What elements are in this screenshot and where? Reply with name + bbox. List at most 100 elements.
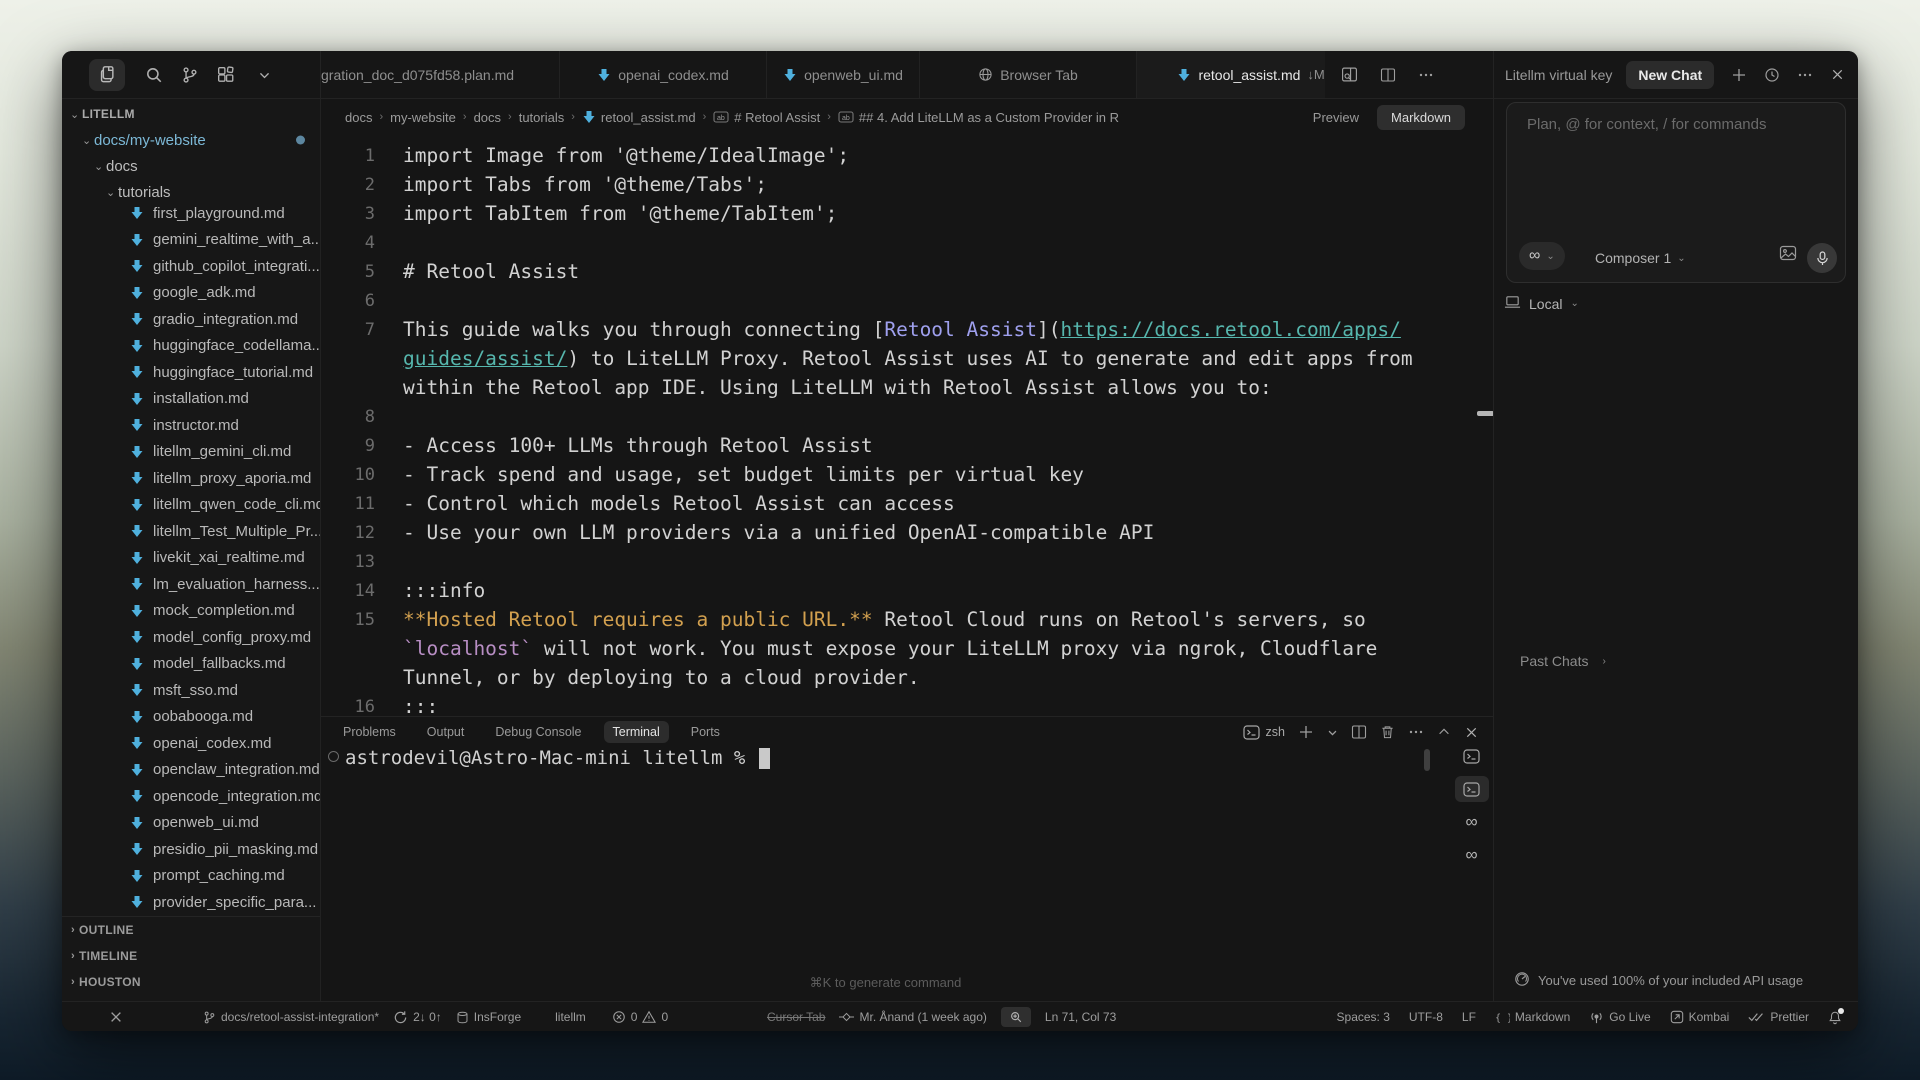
more-icon[interactable] <box>1797 67 1813 83</box>
terminal-scrollbar[interactable] <box>1424 749 1430 771</box>
tree-item-tutorials[interactable]: ⌄tutorials <box>62 179 320 205</box>
errors[interactable]: 00 <box>612 1010 668 1024</box>
git-branch[interactable]: docs/retool-assist-integration* <box>203 1010 379 1025</box>
file-item-gradio-integration-md[interactable]: gradio_integration.md <box>62 306 320 332</box>
split-editor-icon[interactable] <box>1380 67 1396 83</box>
maximize-panel-icon[interactable] <box>1437 725 1451 739</box>
terminal-tab-ports[interactable]: Ports <box>682 721 729 743</box>
file-item-litellm-qwen-code-cli-md[interactable]: litellm_qwen_code_cli.md <box>62 492 320 518</box>
terminal-prompt[interactable]: astrodevil@Astro-Mac-mini litellm % <box>345 745 770 771</box>
warnings[interactable]: 0 <box>642 1010 668 1024</box>
agent-mode-pill[interactable]: ∞⌄ <box>1519 242 1565 270</box>
indentation[interactable]: Spaces: 3 <box>1337 1010 1390 1024</box>
blame-author[interactable]: Mr. Ånand (1 week ago) <box>839 1010 986 1024</box>
tab-gration-doc-d075fd58-plan-md[interactable]: gration_doc_d075fd58.plan.md <box>321 51 560 98</box>
activity-files-button[interactable] <box>89 59 125 91</box>
file-item-model-fallbacks-md[interactable]: model_fallbacks.md <box>62 651 320 677</box>
chat-input[interactable]: Plan, @ for context, / for commands ∞⌄ C… <box>1506 102 1846 283</box>
breadcrumb-item[interactable]: tutorials <box>519 110 565 125</box>
remote-indicator[interactable] <box>109 1010 123 1024</box>
terminal-tab-terminal[interactable]: Terminal <box>604 721 669 743</box>
terminal-tab-debug-console[interactable]: Debug Console <box>486 721 590 743</box>
file-item-opencode-integration-md[interactable]: opencode_integration.md <box>62 783 320 809</box>
file-item-litellm-test-multiple-pr-[interactable]: litellm_Test_Multiple_Pr... <box>62 518 320 544</box>
file-item-presidio-pii-masking-md[interactable]: presidio_pii_masking.md <box>62 836 320 862</box>
split-terminal-icon[interactable] <box>1351 724 1367 740</box>
terminal-more-icon[interactable] <box>1408 724 1424 740</box>
terminal-instance[interactable] <box>1455 743 1489 769</box>
file-item-prompt-caching-md[interactable]: prompt_caching.md <box>62 863 320 889</box>
more-actions-icon[interactable] <box>1418 67 1434 83</box>
file-item-litellm-proxy-aporia-md[interactable]: litellm_proxy_aporia.md <box>62 465 320 491</box>
file-item-gemini-realtime-with-a-[interactable]: gemini_realtime_with_a... <box>62 227 320 253</box>
breadcrumb-item[interactable]: docs <box>345 110 372 125</box>
activity-chevron-down-button[interactable] <box>252 68 276 81</box>
tree-root-litellm[interactable]: ⌄LITELLM <box>62 101 320 127</box>
close-panel-icon[interactable] <box>1830 67 1845 82</box>
image-icon[interactable] <box>1779 245 1797 266</box>
file-item-model-config-proxy-md[interactable]: model_config_proxy.md <box>62 624 320 650</box>
activity-source-control-button[interactable] <box>178 66 202 84</box>
search-toggle[interactable] <box>1001 1007 1031 1027</box>
file-item-msft-sso-md[interactable]: msft_sso.md <box>62 677 320 703</box>
add-chat-icon[interactable] <box>1731 67 1747 83</box>
terminal-tab-problems[interactable]: Problems <box>334 721 405 743</box>
cursor-tab[interactable]: Cursor Tab <box>767 1010 825 1024</box>
close-panel-icon[interactable] <box>1464 725 1479 740</box>
language-mode[interactable]: { }Markdown <box>1495 1010 1570 1024</box>
file-item-github-copilot-integrati-[interactable]: github_copilot_integrati... <box>62 253 320 279</box>
file-item-openai-codex-md[interactable]: openai_codex.md <box>62 730 320 756</box>
activity-search-button[interactable] <box>142 66 166 84</box>
notifications[interactable] <box>1828 1010 1842 1025</box>
composer-selector[interactable]: Composer 1⌄ <box>1595 250 1686 266</box>
file-item-livekit-xai-realtime-md[interactable]: livekit_xai_realtime.md <box>62 545 320 571</box>
file-item-huggingface-tutorial-md[interactable]: huggingface_tutorial.md <box>62 359 320 385</box>
composer-instance[interactable]: ∞ <box>1455 842 1489 868</box>
scrollbar-thumb[interactable] <box>1477 411 1493 416</box>
shell-label[interactable]: zsh <box>1243 725 1285 740</box>
kombai[interactable]: Kombai <box>1670 1010 1730 1024</box>
git-sync[interactable]: 2↓ 0↑ <box>393 1010 442 1025</box>
past-chats[interactable]: Past Chats› <box>1520 653 1606 669</box>
file-item-lm-evaluation-harness-[interactable]: lm_evaluation_harness.... <box>62 571 320 597</box>
markdown-button[interactable]: Markdown <box>1377 105 1465 130</box>
composer-instance[interactable]: ∞ <box>1455 809 1489 835</box>
file-item-google-adk-md[interactable]: google_adk.md <box>62 280 320 306</box>
go-live[interactable]: Go Live <box>1589 1010 1650 1025</box>
section-timeline[interactable]: ›TIMELINE <box>62 943 320 969</box>
breadcrumb-item[interactable]: my-website <box>390 110 456 125</box>
open-preview-icon[interactable] <box>1341 66 1358 83</box>
terminal-dropdown-icon[interactable] <box>1327 727 1338 738</box>
file-item-provider-specific-para-[interactable]: provider_specific_para... <box>62 889 320 915</box>
new-chat-button[interactable]: New Chat <box>1626 61 1714 89</box>
section-houston[interactable]: ›HOUSTON <box>62 969 320 995</box>
preview-button[interactable]: Preview <box>1313 110 1359 125</box>
breadcrumb-item[interactable]: docs <box>474 110 501 125</box>
breadcrumb-item[interactable]: ab## 4. Add LiteLLM as a Custom Provider… <box>838 110 1119 125</box>
kill-terminal-icon[interactable] <box>1380 724 1395 740</box>
encoding[interactable]: UTF-8 <box>1409 1010 1443 1024</box>
code-editor[interactable]: 1import Image from '@theme/IdealImage';2… <box>321 141 1493 721</box>
breadcrumb-item[interactable]: ab# Retool Assist <box>713 110 820 125</box>
new-terminal-icon[interactable] <box>1298 724 1314 740</box>
file-item-oobabooga-md[interactable]: oobabooga.md <box>62 704 320 730</box>
file-item-openclaw-integration-md[interactable]: openclaw_integration.md <box>62 757 320 783</box>
litellm-status[interactable]: litellm <box>555 1010 586 1024</box>
local-selector[interactable]: Local⌄ <box>1504 295 1579 312</box>
eol[interactable]: LF <box>1462 1010 1476 1024</box>
terminal-tab-output[interactable]: Output <box>418 721 474 743</box>
file-item-instructor-md[interactable]: instructor.md <box>62 412 320 438</box>
file-item-huggingface-codellama-[interactable]: huggingface_codellama... <box>62 333 320 359</box>
insforge[interactable]: InsForge <box>456 1010 521 1025</box>
file-item-litellm-gemini-cli-md[interactable]: litellm_gemini_cli.md <box>62 439 320 465</box>
tab-openai-codex-md[interactable]: openai_codex.md <box>560 51 767 98</box>
prettier[interactable]: Prettier <box>1748 1010 1809 1024</box>
activity-extensions-button[interactable] <box>214 66 238 84</box>
breadcrumb-item[interactable]: retool_assist.md <box>582 110 696 125</box>
tree-item-docs-my-website[interactable]: ⌄docs/my-website <box>62 127 320 153</box>
file-item-mock-completion-md[interactable]: mock_completion.md <box>62 598 320 624</box>
terminal-instance[interactable] <box>1455 776 1489 802</box>
file-item-first-playground-md[interactable]: first_playground.md <box>62 205 320 226</box>
microphone-button[interactable] <box>1807 243 1837 273</box>
tab-browser-tab[interactable]: Browser Tab <box>920 51 1137 98</box>
